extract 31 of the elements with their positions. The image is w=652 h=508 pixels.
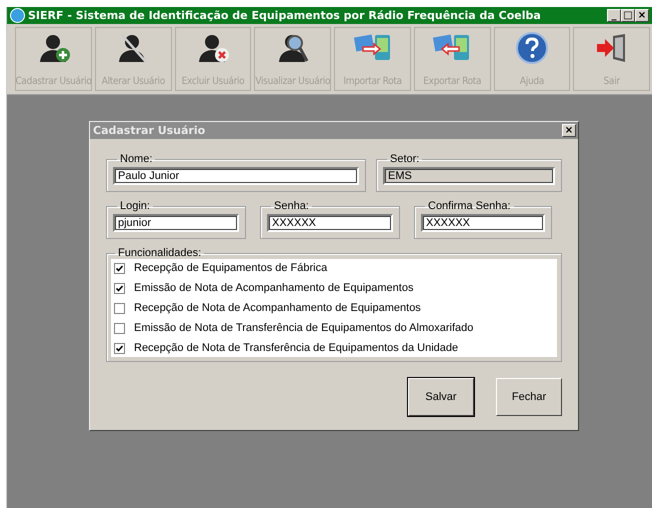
checkbox[interactable] xyxy=(114,302,125,314)
dialog-button[interactable]: Salvar xyxy=(408,378,474,416)
help-icon xyxy=(516,32,548,64)
checkbox-label[interactable]: Emissão de Nota de Transferência de Equipamentos do Almoxarifado xyxy=(134,322,474,334)
window-control[interactable]: × xyxy=(635,9,649,22)
confirma-field[interactable]: XXXXXX xyxy=(421,214,545,232)
dialog-button[interactable]: Fechar xyxy=(496,378,562,416)
checkbox-label[interactable]: Emissão de Nota de Acompanhamento de Equipamentos xyxy=(134,282,414,294)
app-logo-icon xyxy=(10,8,25,23)
checkbox[interactable] xyxy=(114,322,125,334)
field-label: Confirma Senha: xyxy=(427,200,512,212)
nome-field[interactable]: Paulo Junior xyxy=(113,167,359,185)
checkbox-label[interactable]: Recepção de Equipamentos de Fábrica xyxy=(134,262,328,274)
checkbox-label[interactable]: Recepção de Nota de Acompanhamento de Equipamentos xyxy=(134,302,421,314)
window-control[interactable]: _ xyxy=(607,9,621,22)
checkbox[interactable] xyxy=(114,342,125,354)
login-field[interactable]: pjunior xyxy=(113,214,239,232)
field-label: Senha: xyxy=(273,200,310,212)
checkbox[interactable] xyxy=(114,282,125,294)
field-label: Login: xyxy=(119,200,151,212)
dialog-title: Cadastrar Usuário xyxy=(93,124,206,137)
user-delete-icon xyxy=(196,32,230,64)
field-label: Nome: xyxy=(119,153,154,165)
field-label: Setor: xyxy=(389,153,420,165)
window-title: SIERF - Sistema de Identificação de Equipamentos por Rádio Frequência da Coelba xyxy=(28,9,542,22)
checkbox[interactable] xyxy=(114,262,125,274)
close-button[interactable]: × xyxy=(562,124,576,137)
window-control[interactable]: □ xyxy=(621,9,635,22)
senha-field[interactable]: XXXXXX xyxy=(267,214,393,232)
checkbox-label[interactable]: Recepção de Nota de Transferência de Equipamentos da Unidade xyxy=(134,342,458,354)
field-label: Funcionalidades: xyxy=(117,247,202,259)
